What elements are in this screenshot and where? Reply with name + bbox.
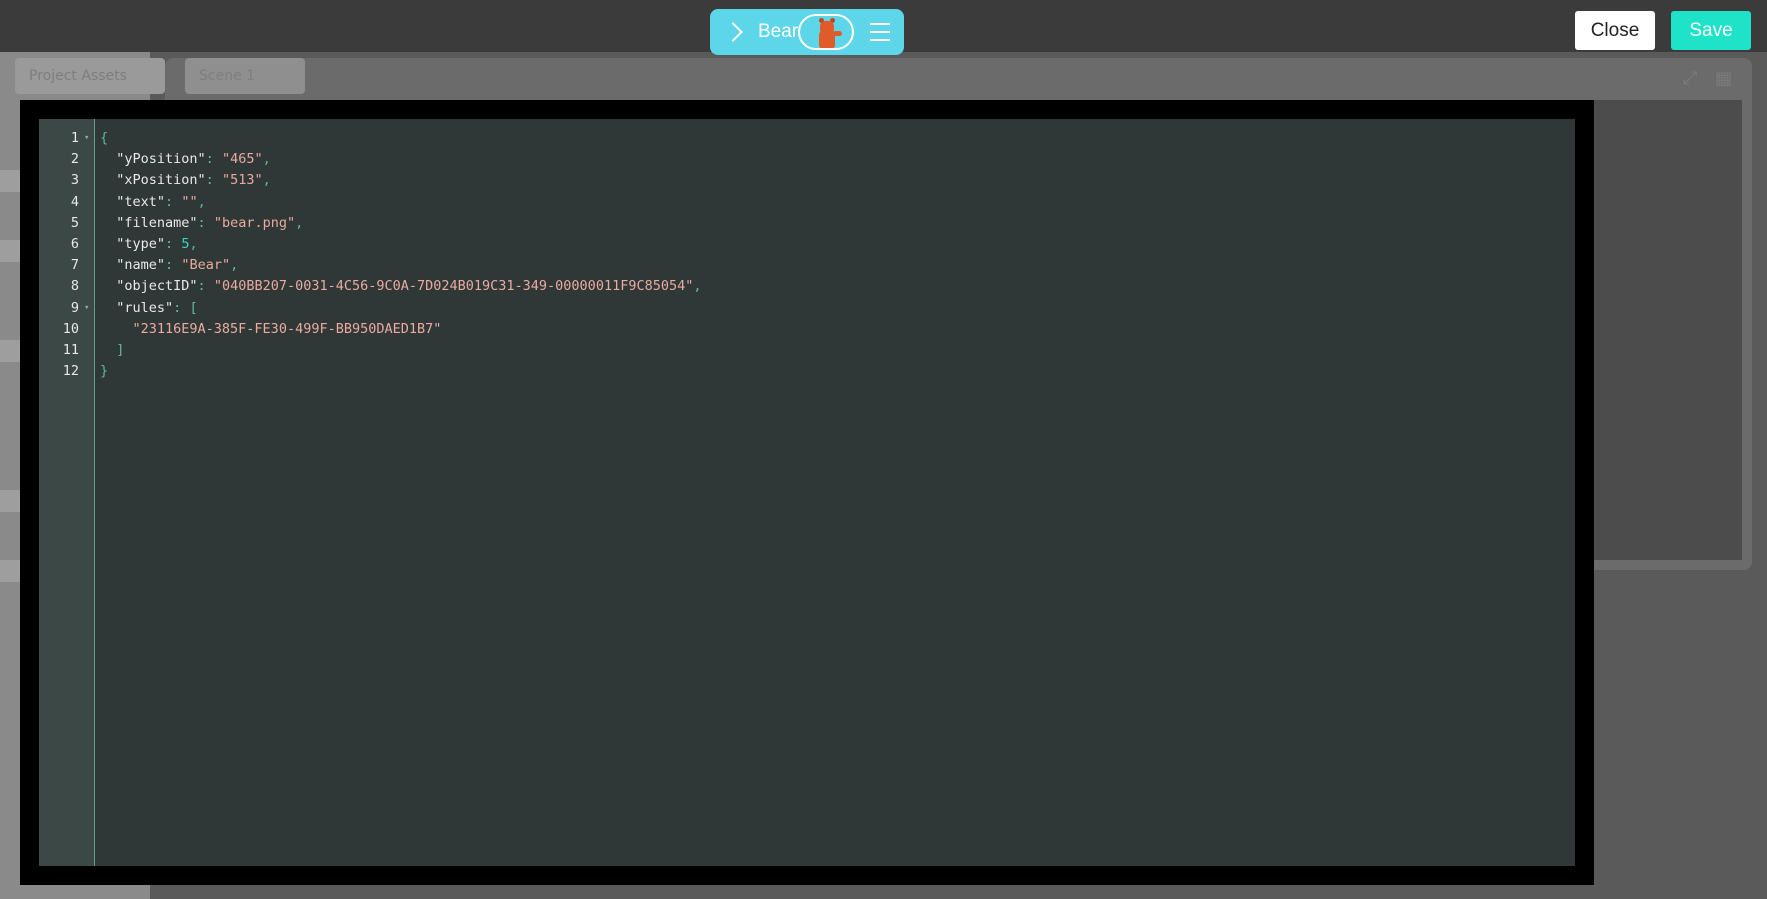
bear-thumbnail-image[interactable] bbox=[798, 14, 854, 50]
json-key: "type" bbox=[116, 236, 166, 252]
json-value: "040BB207-0031-4C56-9C0A-7D024B019C31-34… bbox=[213, 278, 694, 295]
menu-icon[interactable] bbox=[870, 23, 890, 41]
colon: : bbox=[165, 236, 182, 252]
close-bracket: } bbox=[100, 363, 109, 380]
json-key: "yPosition" bbox=[116, 151, 206, 168]
code-editor[interactable]: 1 ▾{2 "yPosition": "465", 3 "xPosition": "… bbox=[39, 119, 1575, 866]
object-editor-header: Bear Close Save bbox=[0, 0, 1767, 60]
json-key: "objectID" bbox=[116, 278, 198, 295]
grid-icon: ▦ bbox=[1715, 68, 1733, 89]
background-sidebar-item bbox=[0, 560, 22, 582]
chevron-right-icon[interactable] bbox=[723, 22, 743, 42]
json-key: "filename" bbox=[116, 214, 198, 231]
comma: , bbox=[262, 151, 271, 168]
json-editor-modal: 1 ▾{2 "yPosition": "465", 3 "xPosition": "… bbox=[20, 100, 1594, 885]
colon: : bbox=[205, 151, 222, 168]
code-line[interactable]: 12} bbox=[39, 359, 1575, 383]
json-value: [ bbox=[189, 299, 198, 316]
json-value: "513" bbox=[221, 172, 263, 189]
background-tab-scene: Scene 1 bbox=[185, 58, 305, 94]
object-selector-pill[interactable]: Bear bbox=[710, 9, 904, 55]
bear-arm bbox=[833, 31, 842, 36]
background-sidebar-item bbox=[0, 170, 22, 192]
comma: , bbox=[230, 257, 239, 274]
background-sidebar-item bbox=[0, 340, 22, 362]
open-brace: { bbox=[100, 130, 109, 146]
save-button[interactable]: Save bbox=[1671, 11, 1751, 50]
json-key: "text" bbox=[116, 193, 166, 210]
comma: , bbox=[693, 278, 702, 295]
object-name: Bear bbox=[758, 21, 799, 42]
colon: : bbox=[165, 257, 182, 274]
colon: : bbox=[197, 214, 214, 231]
json-array-item: "23116E9A-385F-FE30-499F-BB950DAED1B7" bbox=[132, 320, 442, 337]
expand-icon: ⤢ bbox=[1683, 68, 1698, 89]
json-value: "Bear" bbox=[181, 257, 231, 274]
comma: , bbox=[262, 172, 271, 189]
background-tab-project-assets: Project Assets bbox=[15, 58, 165, 94]
colon: : bbox=[173, 299, 190, 316]
comma: , bbox=[295, 214, 304, 231]
line-number: 12 bbox=[62, 363, 79, 380]
json-key: "name" bbox=[116, 257, 166, 274]
colon: : bbox=[205, 172, 222, 189]
background-sidebar-item bbox=[0, 240, 22, 262]
json-value: "bear.png" bbox=[213, 214, 296, 231]
line-content: } bbox=[100, 359, 108, 383]
colon: : bbox=[197, 278, 214, 295]
comma: , bbox=[197, 193, 206, 210]
close-button[interactable]: Close bbox=[1575, 11, 1655, 50]
json-value: "465" bbox=[221, 151, 263, 168]
json-key: "xPosition" bbox=[116, 172, 206, 189]
json-value: "" bbox=[181, 193, 198, 210]
background-sidebar-item bbox=[0, 490, 22, 512]
json-key: "rules" bbox=[116, 299, 174, 316]
comma: , bbox=[189, 236, 198, 252]
close-bracket: ] bbox=[116, 342, 125, 358]
colon: : bbox=[165, 193, 182, 210]
